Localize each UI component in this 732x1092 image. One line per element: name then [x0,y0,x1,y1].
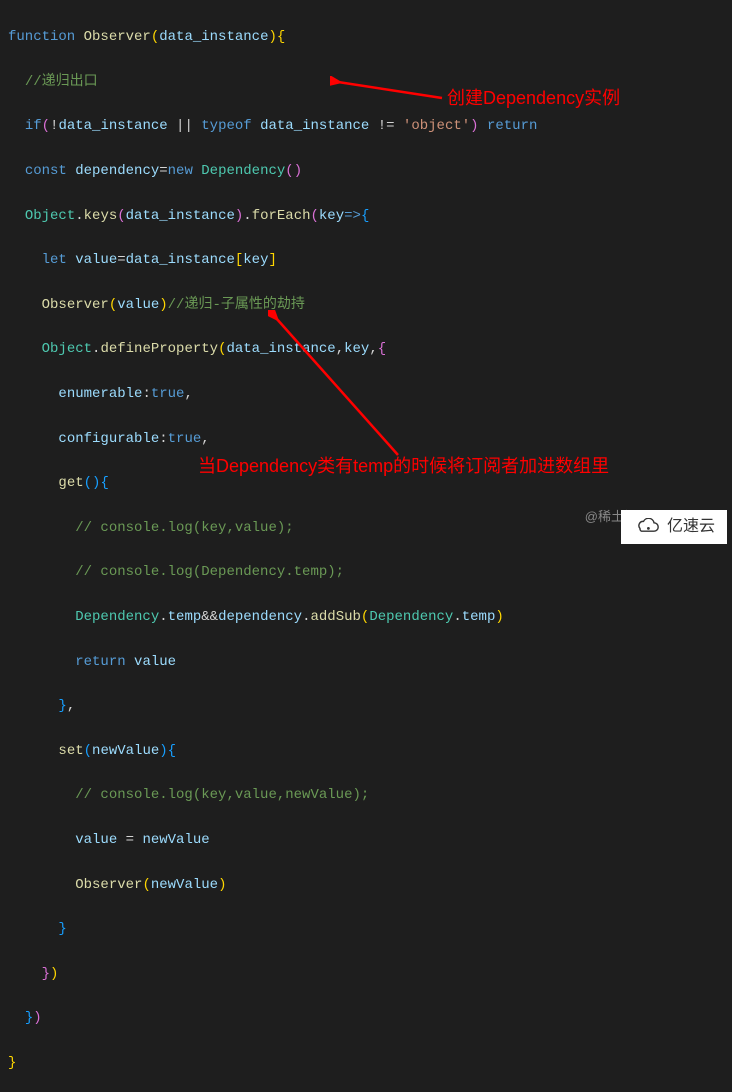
annotation-create-dep: 创建Dependency实例 [447,87,620,109]
annotation-temp-sub: 当Dependency类有temp的时候将订阅者加进数组里 [198,455,609,477]
code-block: function Observer(data_instance){ //递归出口… [0,0,732,1092]
watermark-badge: 亿速云 [621,510,727,544]
cloud-icon [633,518,661,536]
